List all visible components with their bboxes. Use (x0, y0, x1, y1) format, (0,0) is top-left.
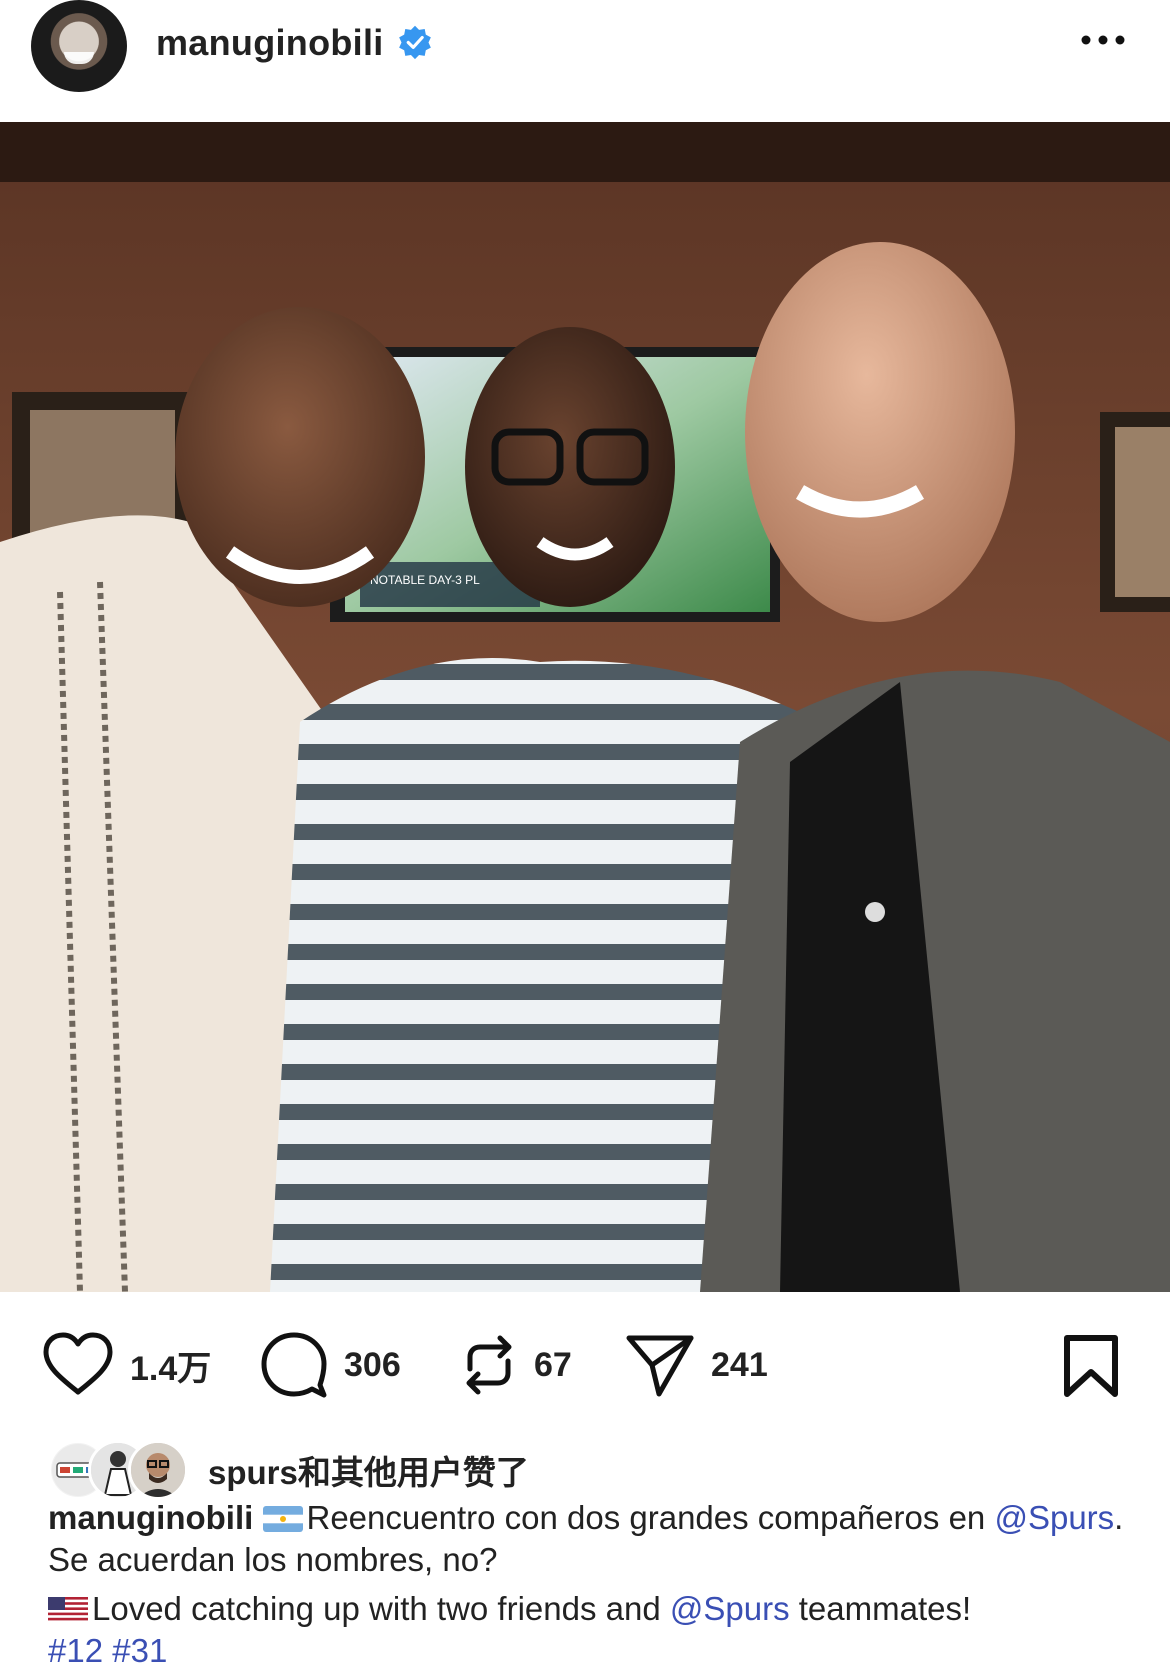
like-count: 1.4万 (130, 1349, 212, 1388)
post-action-bar: 1.4万 306 67 241 (0, 1320, 1170, 1410)
mention-spurs-1[interactable]: @Spurs (994, 1499, 1114, 1536)
post-header: manuginobili (0, 0, 1170, 120)
caption-paragraph-1: manuginobili Reencuentro con dos grandes… (48, 1497, 1138, 1581)
send-icon (626, 1335, 694, 1397)
heart-icon (43, 1332, 113, 1395)
mention-spurs-2[interactable]: @Spurs (670, 1590, 790, 1627)
caption-username[interactable]: manuginobili (48, 1499, 253, 1536)
profile-avatar[interactable] (31, 0, 127, 92)
post-username[interactable]: manuginobili (156, 22, 384, 64)
caption-line3-end: teammates! (789, 1590, 972, 1627)
caption-paragraph-2: Loved catching up with two friends and @… (48, 1588, 1138, 1672)
photo-illustration: NOTABLE DAY-3 PL (0, 122, 1170, 1292)
bookmark-icon[interactable] (1062, 1334, 1120, 1398)
post-photo[interactable]: NOTABLE DAY-3 PL (0, 122, 1170, 1292)
comment-count: 306 (344, 1345, 401, 1384)
comment-button[interactable]: 306 (260, 1332, 401, 1398)
comment-bubble-icon (261, 1332, 327, 1398)
tv-caption: NOTABLE DAY-3 PL (370, 573, 480, 587)
liked-by-row[interactable]: spurs和其他用户赞了 (48, 1440, 529, 1500)
argentina-flag-icon (262, 1506, 303, 1532)
repost-count: 67 (534, 1345, 572, 1384)
caption-line1-text: Reencuentro con dos grandes compañeros e… (306, 1499, 986, 1536)
hashtag-12[interactable]: #12 (48, 1632, 103, 1669)
repost-button[interactable]: 67 (460, 1332, 572, 1398)
hashtag-31[interactable]: #31 (112, 1632, 167, 1669)
caption-line3-text: Loved catching up with two friends and (92, 1590, 661, 1627)
usa-flag-icon (48, 1597, 88, 1623)
share-button[interactable]: 241 (625, 1332, 768, 1398)
verified-badge-icon (399, 25, 431, 60)
more-options-icon[interactable] (1078, 30, 1128, 50)
post-caption: manuginobili Reencuentro con dos grandes… (48, 1497, 1138, 1679)
repost-icon (466, 1335, 512, 1395)
share-count: 241 (711, 1345, 768, 1384)
like-button[interactable]: 1.4万 (42, 1332, 211, 1398)
liker-avatar-3 (128, 1440, 188, 1500)
liked-by-text: spurs和其他用户赞了 (208, 1454, 529, 1491)
